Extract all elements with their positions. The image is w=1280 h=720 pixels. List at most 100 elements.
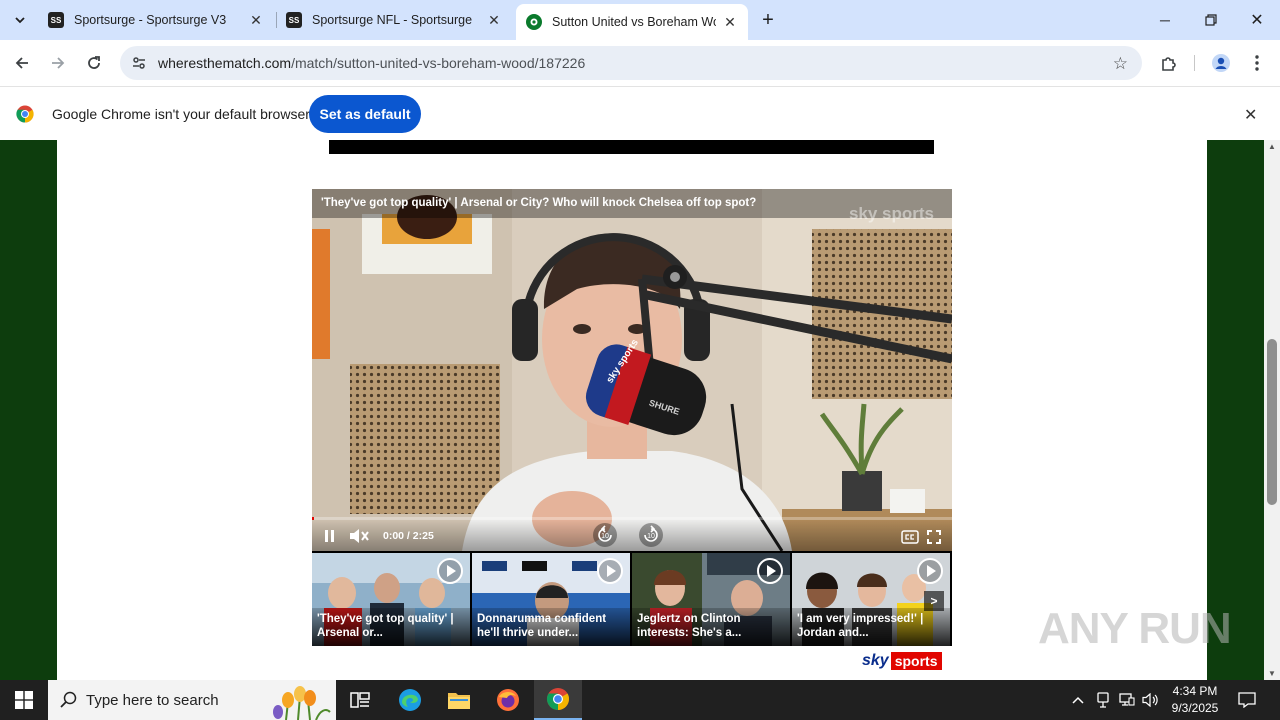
sky-logo-text: sky (862, 652, 889, 669)
reload-icon (88, 56, 100, 69)
taskbar-search-box[interactable]: Type here to search (48, 680, 336, 720)
play-icon (597, 558, 623, 584)
browser-toolbar: wheresthematch.com/match/sutton-united-v… (0, 40, 1280, 86)
firefox-app[interactable] (484, 680, 532, 720)
rewind-10-button[interactable]: 10 (592, 522, 618, 548)
forward-button[interactable] (43, 48, 73, 78)
tab-sportsurge-v3[interactable]: SS Sportsurge - Sportsurge V3 ✕ (38, 4, 274, 36)
tray-overflow-button[interactable] (1068, 680, 1088, 720)
folder-icon (448, 693, 470, 709)
video-timecode: 0:00 / 2:25 (383, 530, 434, 542)
scroll-up-icon[interactable]: ▲ (1268, 142, 1276, 151)
clock-time: 4:34 PM (1172, 684, 1218, 698)
sportsurge-favicon-icon: SS (48, 12, 64, 28)
notification-icon (1238, 692, 1256, 708)
puzzle-icon (1162, 57, 1176, 71)
close-icon[interactable]: ✕ (248, 12, 264, 28)
url-domain: wheresthematch.com (158, 55, 292, 71)
avatar-icon (1212, 54, 1230, 72)
tab-title: Sutton United vs Boreham Woo (552, 15, 716, 29)
close-icon[interactable]: ✕ (1244, 105, 1257, 125)
minimize-icon: ─ (1160, 12, 1170, 28)
address-bar[interactable]: wheresthematch.com/match/sutton-united-v… (120, 46, 1142, 80)
taskbar-clock[interactable]: 4:34 PM 9/3/2025 (1164, 683, 1226, 717)
windows-taskbar: Type here to search 4:34 PM 9/3/2025 (0, 680, 1280, 720)
tray-device-icon[interactable] (1092, 680, 1114, 720)
sportsurge-favicon-icon: SS (286, 12, 302, 28)
related-video-caption: 'They've got top quality' | Arsenal or... (312, 608, 470, 646)
new-tab-button[interactable]: + (756, 8, 780, 32)
svg-text:10: 10 (647, 533, 655, 540)
pause-icon (324, 530, 334, 542)
fullscreen-button[interactable] (926, 529, 942, 545)
muted-speaker-icon (350, 529, 369, 543)
page-scrollbar[interactable]: ▲ ▼ (1264, 140, 1280, 680)
chrome-icon (547, 688, 569, 710)
infobar-message: Google Chrome isn't your default browser (52, 106, 310, 122)
reload-button[interactable] (79, 48, 109, 78)
tray-volume-icon[interactable] (1140, 680, 1162, 720)
page-content: sky sports SHURE 'They've got top qualit… (57, 140, 1207, 680)
close-icon[interactable]: ✕ (486, 12, 502, 28)
closed-captions-icon (901, 530, 919, 544)
scrollbar-thumb[interactable] (1267, 339, 1277, 505)
tab-sportsurge-nfl[interactable]: SS Sportsurge NFL - Sportsurge ✕ (276, 4, 512, 36)
task-view-button[interactable] (336, 680, 384, 720)
search-icon (60, 691, 77, 708)
chrome-logo-icon (16, 105, 34, 123)
file-explorer-app[interactable] (435, 680, 483, 720)
video-frame: sky sports SHURE (312, 189, 952, 551)
forward-10-button[interactable]: 10 (638, 522, 664, 548)
edge-app[interactable] (386, 680, 434, 720)
mute-button[interactable] (348, 527, 370, 545)
kebab-menu-icon (1255, 55, 1259, 71)
site-info-icon[interactable] (122, 55, 156, 71)
firefox-icon (497, 689, 519, 711)
tab-sutton-united[interactable]: Sutton United vs Boreham Woo ✕ (516, 4, 748, 40)
back-button[interactable] (7, 48, 37, 78)
extensions-button[interactable] (1154, 48, 1184, 78)
close-icon[interactable]: ✕ (722, 14, 738, 30)
forward-10-icon: 10 (639, 523, 663, 547)
play-icon (917, 558, 943, 584)
close-window-button[interactable]: ✕ (1234, 0, 1280, 40)
captions-button[interactable] (900, 529, 920, 545)
related-next-button[interactable]: > (924, 591, 944, 611)
scroll-down-icon[interactable]: ▼ (1268, 669, 1276, 678)
bookmark-star-icon[interactable]: ☆ (1113, 54, 1128, 74)
play-icon (757, 558, 783, 584)
close-icon: ✕ (1250, 12, 1264, 29)
restore-icon (1205, 14, 1217, 26)
chevron-up-icon (1072, 696, 1084, 704)
anyrun-watermark: ANY RUN (1038, 604, 1232, 653)
pause-button[interactable] (320, 527, 338, 545)
related-video-2[interactable]: Donnarumma confident he'll thrive under..… (472, 553, 630, 646)
usb-device-icon (1097, 692, 1109, 708)
tray-network-icon[interactable] (1116, 680, 1138, 720)
related-video-1[interactable]: 'They've got top quality' | Arsenal or... (312, 553, 470, 646)
clock-date: 9/3/2025 (1171, 701, 1219, 715)
profile-button[interactable] (1206, 48, 1236, 78)
svg-text:10: 10 (601, 533, 609, 540)
speaker-icon (1142, 693, 1158, 707)
menu-button[interactable] (1242, 48, 1272, 78)
tab-search-button[interactable] (6, 6, 34, 34)
related-video-3[interactable]: Jeglertz on Clinton interests: She's a... (632, 553, 790, 646)
arrow-right-icon (52, 57, 65, 69)
notifications-button[interactable] (1232, 680, 1262, 720)
chrome-app[interactable] (534, 680, 582, 720)
task-view-icon (350, 692, 370, 708)
video-controls: 0:00 / 2:25 10 10 (312, 519, 952, 551)
network-icon (1119, 693, 1135, 706)
video-watermark: sky sports (848, 204, 934, 223)
taskbar-search-placeholder: Type here to search (86, 691, 219, 709)
related-videos-strip: 'They've got top quality' | Arsenal or...… (312, 551, 952, 646)
restore-button[interactable] (1188, 0, 1234, 40)
sports-logo-text: sports (890, 652, 942, 670)
fullscreen-icon (927, 530, 941, 544)
start-button[interactable] (0, 680, 48, 720)
minimize-button[interactable]: ─ (1142, 0, 1188, 40)
set-as-default-button[interactable]: Set as default (309, 95, 421, 133)
url-path: /match/sutton-united-vs-boreham-wood/187… (291, 55, 586, 71)
video-player[interactable]: sky sports SHURE 'They've got top qualit… (312, 189, 952, 551)
